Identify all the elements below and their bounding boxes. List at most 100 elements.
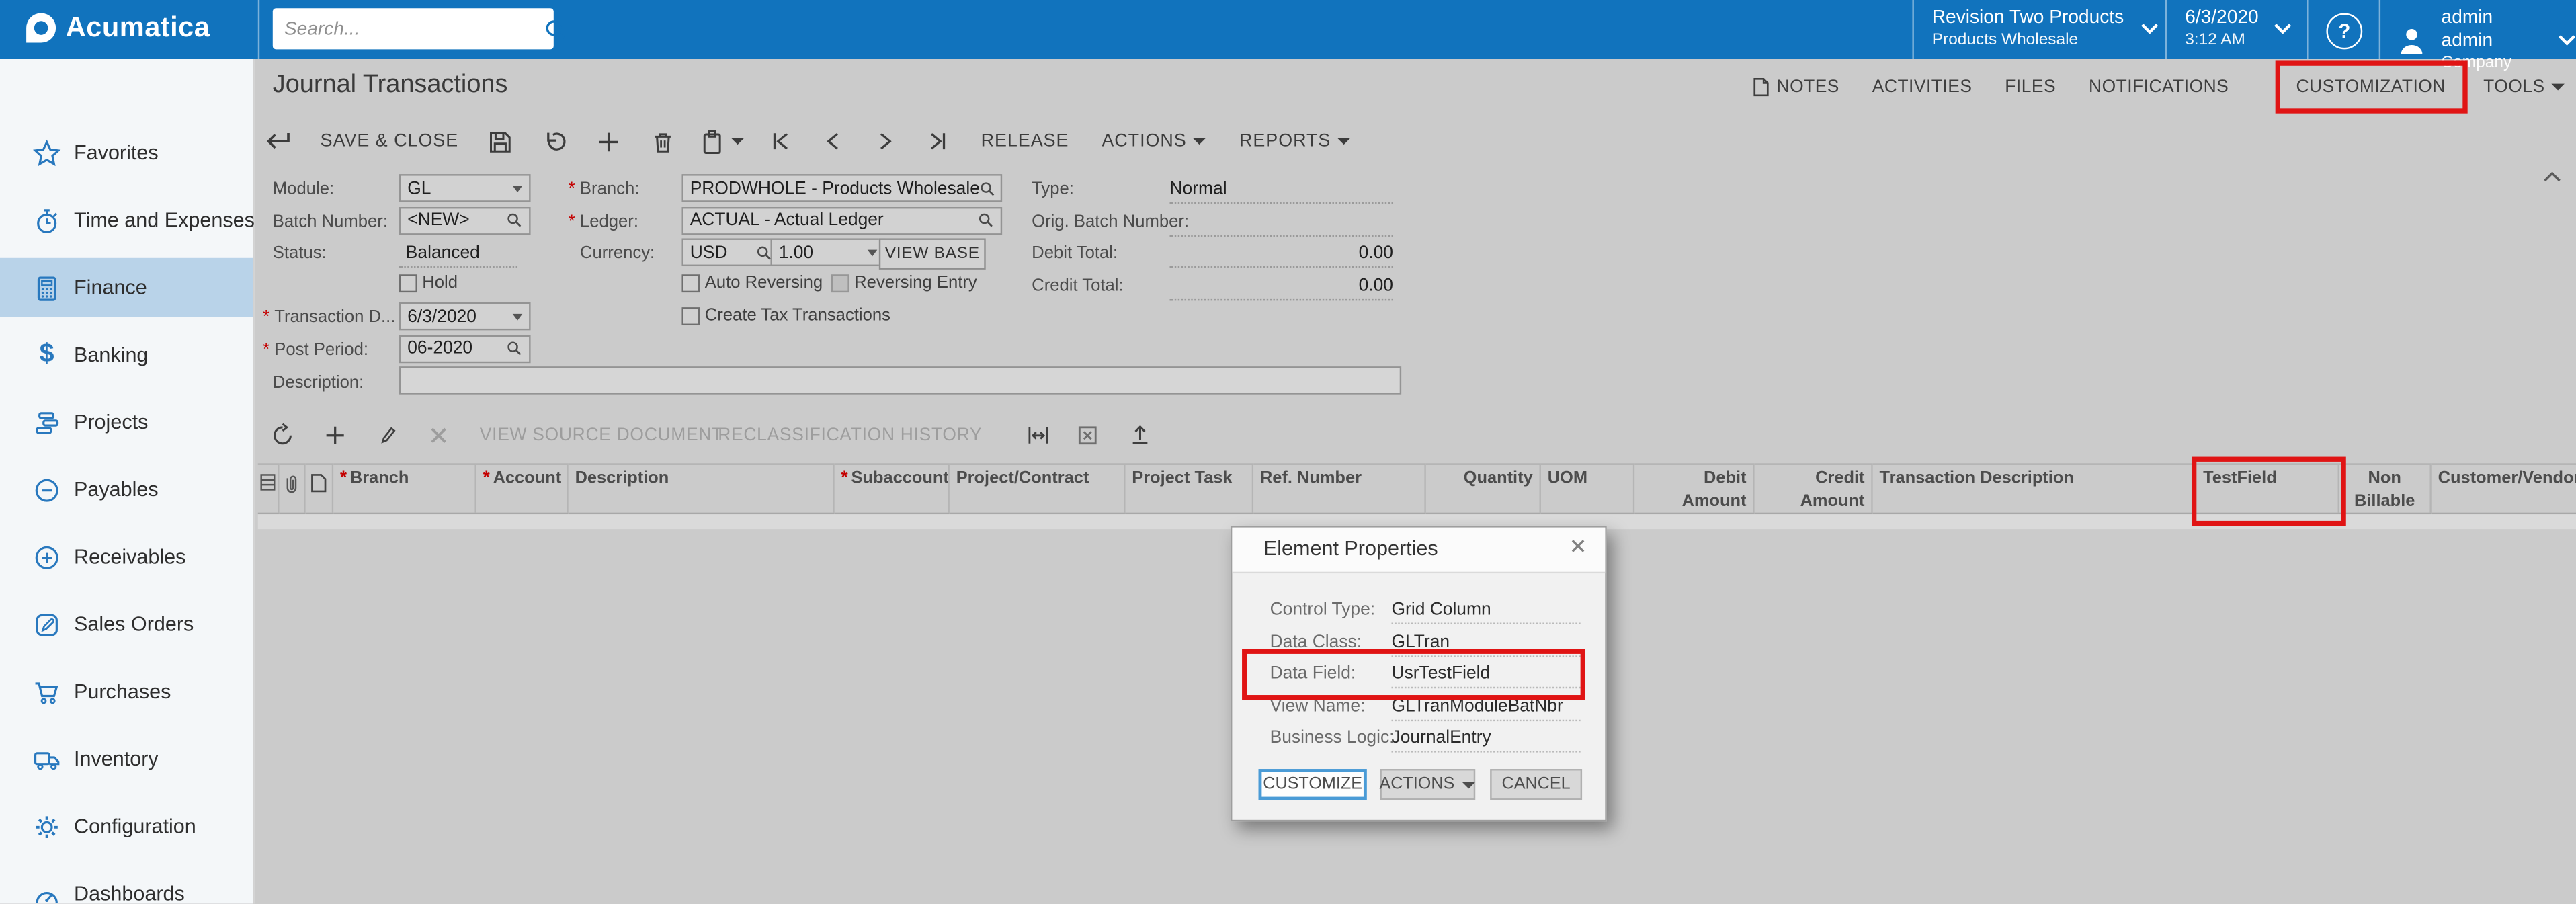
dropdown-caret-icon[interactable] — [513, 313, 523, 320]
sidebar-item-time-and-expenses[interactable]: Time and Expenses — [0, 191, 253, 250]
sidebar-item-finance[interactable]: Finance — [0, 258, 253, 317]
search-icon[interactable] — [544, 17, 567, 40]
hold-checkbox[interactable] — [399, 274, 417, 292]
column-header-subaccount[interactable]: *Subaccount — [835, 463, 950, 514]
lookup-icon[interactable] — [506, 212, 522, 228]
last-record-icon[interactable] — [925, 128, 951, 155]
description-field[interactable] — [399, 366, 1401, 395]
upload-icon[interactable] — [1127, 421, 1153, 447]
batch-number-field[interactable]: <NEW> — [399, 206, 531, 235]
acumatica-logo-icon[interactable] — [19, 7, 63, 50]
customize-label: CUSTOMIZE — [1263, 776, 1362, 794]
required-marker: * — [569, 179, 575, 198]
dropdown-caret-icon[interactable] — [868, 249, 878, 255]
column-header-non-billable[interactable]: Non Billable — [2339, 463, 2432, 514]
date-time-switcher[interactable]: 6/3/2020 3:12 AM — [2185, 8, 2291, 50]
collapse-chevron-icon[interactable] — [2543, 171, 2561, 182]
search-input[interactable] — [273, 19, 544, 38]
fit-width-icon[interactable] — [1025, 422, 1051, 448]
column-header-uom[interactable]: UOM — [1541, 463, 1634, 514]
sidebar-item-payables[interactable]: Payables — [0, 460, 253, 519]
column-header-customer-vendor[interactable]: Customer/Vendor — [2432, 463, 2576, 514]
brand-name[interactable]: Acumatica — [66, 11, 210, 44]
branch-field[interactable]: PRODWHOLE - Products Wholesale — [681, 174, 1002, 202]
sidebar-item-configuration[interactable]: Configuration — [0, 797, 253, 856]
add-record-icon[interactable] — [595, 127, 623, 155]
export-excel-icon[interactable] — [1075, 422, 1101, 448]
column-header-testfield[interactable]: TestField — [2196, 463, 2339, 514]
sidebar-item-projects[interactable]: Projects — [0, 393, 253, 452]
sidebar-item-label: Dashboards — [74, 882, 185, 904]
row-settings-column-header[interactable] — [258, 463, 280, 514]
add-row-icon[interactable] — [322, 422, 348, 448]
post-period-field[interactable]: 06-2020 — [399, 334, 531, 362]
refresh-icon[interactable] — [269, 422, 296, 448]
help-icon[interactable]: ? — [2326, 13, 2362, 50]
create-tax-transactions-checkbox[interactable] — [681, 307, 700, 325]
release-button[interactable]: RELEASE — [981, 132, 1069, 151]
actions-menu-button[interactable]: ACTIONS — [1102, 132, 1206, 151]
ledger-field[interactable]: ACTUAL - Actual Ledger — [681, 206, 1002, 235]
column-header-credit-amount[interactable]: Credit Amount — [1755, 463, 1873, 514]
undo-icon[interactable] — [540, 127, 569, 155]
close-icon[interactable]: ✕ — [1569, 536, 1587, 561]
lookup-icon[interactable] — [755, 244, 772, 260]
dropdown-caret-icon[interactable] — [513, 185, 523, 192]
previous-record-icon[interactable] — [820, 128, 846, 155]
files-button[interactable]: FILES — [2005, 77, 2056, 97]
first-record-icon[interactable] — [767, 128, 794, 155]
business-time: 3:12 AM — [2185, 31, 2258, 50]
tools-menu-button[interactable]: TOOLS — [2483, 77, 2565, 97]
sidebar-item-dashboards[interactable]: Dashboards — [0, 864, 253, 904]
column-header-description[interactable]: Description — [569, 463, 835, 514]
view-base-button[interactable]: VIEW BASE — [879, 238, 986, 269]
readonly-underline — [1169, 265, 1393, 268]
sidebar-item-sales-orders[interactable]: Sales Orders — [0, 595, 253, 654]
customization-button-highlight[interactable]: CUSTOMIZATION — [2275, 60, 2467, 113]
column-header-project-task[interactable]: Project Task — [1125, 463, 1253, 514]
lookup-icon[interactable] — [977, 212, 993, 228]
notes-button[interactable]: NOTES — [1753, 77, 1839, 97]
delete-record-icon[interactable] — [649, 127, 677, 155]
next-record-icon[interactable] — [872, 128, 899, 155]
customize-button[interactable]: CUSTOMIZE — [1259, 769, 1367, 800]
control-type-value: Grid Column — [1392, 600, 1491, 619]
column-header-branch[interactable]: *Branch — [333, 463, 476, 514]
lookup-icon[interactable] — [980, 180, 996, 196]
column-header-transaction-description[interactable]: Transaction Description — [1873, 463, 2197, 514]
sidebar-item-label: Favorites — [74, 141, 159, 164]
header-divider — [2165, 0, 2167, 59]
reports-menu-button[interactable]: REPORTS — [1239, 132, 1351, 151]
edit-row-icon[interactable] — [374, 422, 401, 448]
sidebar-item-inventory[interactable]: Inventory — [0, 729, 253, 788]
cart-icon — [33, 677, 61, 706]
sidebar-item-receivables[interactable]: Receivables — [0, 528, 253, 587]
sidebar-item-banking[interactable]: $ Banking — [0, 325, 253, 384]
cancel-button[interactable]: CANCEL — [1490, 769, 1582, 800]
company-switcher[interactable]: Revision Two Products Products Wholesale — [1932, 8, 2159, 50]
save-close-button[interactable]: SAVE & CLOSE — [321, 132, 459, 151]
column-header-ref-number[interactable]: Ref. Number — [1253, 463, 1426, 514]
lookup-icon[interactable] — [506, 340, 522, 356]
back-arrow-icon[interactable] — [263, 128, 292, 155]
dialog-actions-button[interactable]: ACTIONS — [1380, 769, 1475, 800]
note-column-header[interactable] — [306, 463, 334, 514]
sidebar-item-favorites[interactable]: Favorites — [0, 123, 253, 182]
transaction-date-field[interactable]: 6/3/2020 — [399, 302, 531, 331]
sidebar-item-purchases[interactable]: Purchases — [0, 662, 253, 721]
activities-button[interactable]: ACTIVITIES — [1872, 77, 1972, 97]
column-header-account[interactable]: *Account — [476, 463, 569, 514]
global-search[interactable] — [273, 8, 554, 49]
save-icon[interactable] — [487, 127, 515, 155]
currency-rate-field[interactable]: 1.00 — [770, 238, 885, 266]
currency-code-field[interactable]: USD — [681, 238, 780, 266]
column-header-project-contract[interactable]: Project/Contract — [950, 463, 1126, 514]
auto-reversing-checkbox[interactable] — [681, 274, 700, 292]
copy-paste-menu[interactable] — [700, 127, 745, 155]
attachment-column-header[interactable] — [280, 463, 306, 514]
user-icon — [2395, 23, 2428, 59]
column-header-quantity[interactable]: Quantity — [1426, 463, 1541, 514]
module-field[interactable]: GL — [399, 174, 531, 202]
column-header-debit-amount[interactable]: Debit Amount — [1634, 463, 1754, 514]
notifications-button[interactable]: NOTIFICATIONS — [2089, 77, 2229, 97]
